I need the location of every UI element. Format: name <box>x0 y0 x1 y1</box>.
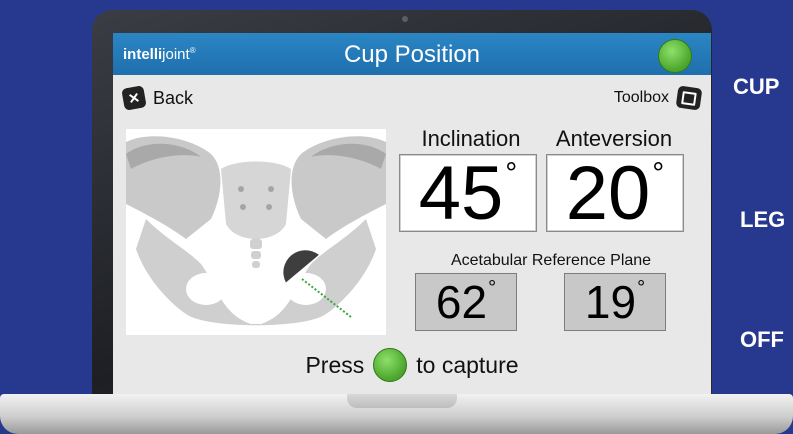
capture-instruction: Press to capture <box>113 348 711 382</box>
capture-suffix: to capture <box>416 351 519 378</box>
reference-plane-label: Acetabular Reference Plane <box>450 252 652 269</box>
back-label: Back <box>153 87 194 108</box>
capture-button[interactable] <box>373 348 408 382</box>
degree-symbol: ° <box>637 277 646 299</box>
anteversion-label: Anteversion <box>555 126 673 151</box>
side-label-off: OFF <box>740 327 784 352</box>
side-label-leg: LEG <box>740 207 786 232</box>
app-header: intellijoint® Cup Position <box>113 33 711 75</box>
close-icon: ✕ <box>121 85 147 111</box>
degree-symbol: ° <box>652 157 665 190</box>
inclination-value-box: 45° <box>399 154 537 233</box>
pelvis-diagram <box>126 129 386 335</box>
degree-symbol: ° <box>488 277 497 299</box>
inclination-value: 45 <box>418 151 504 236</box>
page-title: Cup Position <box>343 41 481 68</box>
toolbox-icon <box>675 85 703 111</box>
toolbox-label: Toolbox <box>613 89 669 106</box>
camera-icon <box>402 16 408 22</box>
reference-anteversion-box: 19° <box>564 273 666 331</box>
back-button[interactable]: ✕ Back <box>121 85 194 111</box>
inclination-label: Inclination <box>421 126 521 151</box>
anteversion-value: 20 <box>565 151 651 236</box>
app-screen: intellijoint® Cup Position ✕ Back Toolbo… <box>113 33 711 397</box>
capture-prefix: Press <box>305 351 365 378</box>
toolbox-button[interactable]: Toolbox <box>613 85 703 111</box>
side-label-cup: CUP <box>733 74 780 99</box>
pelvis-illustration <box>126 136 386 326</box>
reference-inclination-box: 62° <box>415 273 517 331</box>
degree-symbol: ° <box>505 157 518 190</box>
anteversion-value-box: 20° <box>546 154 684 233</box>
status-indicator <box>658 39 692 73</box>
reference-inclination-value: 62 <box>435 276 488 328</box>
laptop-notch <box>347 394 457 408</box>
reference-anteversion-value: 19 <box>584 276 637 328</box>
